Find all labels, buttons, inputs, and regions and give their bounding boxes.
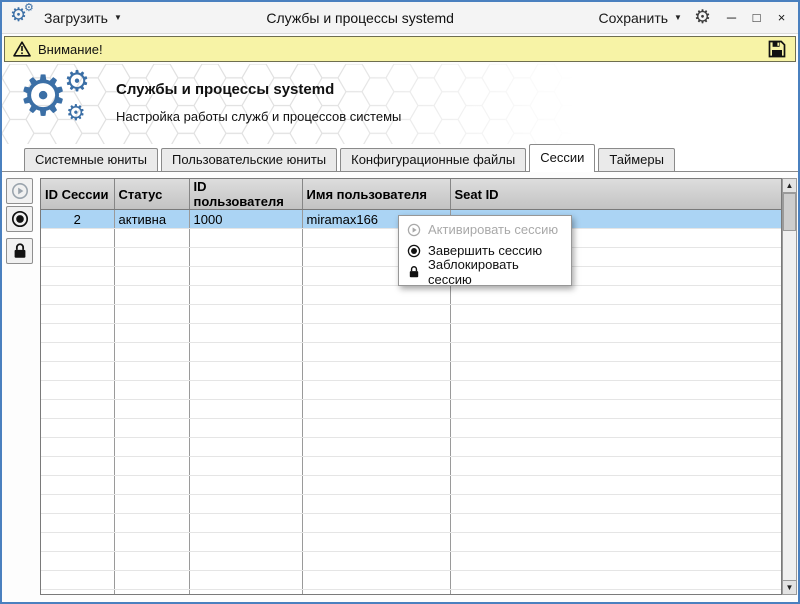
table-row-empty[interactable]	[41, 361, 781, 381]
play-circle-icon	[11, 183, 28, 199]
col-user-name[interactable]: Имя пользователя	[302, 179, 451, 210]
scrollbar-thumb[interactable]	[783, 193, 796, 231]
table-row-empty[interactable]	[41, 513, 781, 533]
table-row-empty[interactable]	[41, 532, 781, 552]
lock-icon	[409, 265, 419, 277]
save-button-label: Сохранить	[598, 9, 669, 26]
load-button-label: Загрузить	[44, 9, 108, 26]
table-row-empty[interactable]	[41, 494, 781, 514]
load-button[interactable]: Загрузить ▼	[44, 10, 122, 26]
activate-session-button[interactable]	[6, 178, 33, 204]
terminate-session-button[interactable]	[6, 206, 33, 232]
save-button[interactable]: Сохранить ▼	[598, 10, 682, 26]
app-window: ⚙ ⚙ Загрузить ▼ Службы и процессы system…	[0, 0, 800, 604]
menu-item-lock-session[interactable]: Заблокировать сессию	[401, 257, 569, 287]
table-row-empty[interactable]	[41, 285, 781, 305]
save-floppy-icon[interactable]	[767, 39, 787, 59]
table-row-empty[interactable]	[41, 570, 781, 590]
table-row-empty[interactable]	[41, 342, 781, 362]
cell-user-id: 1000	[189, 209, 303, 229]
menu-item-activate-session[interactable]: Активировать сессию	[401, 219, 569, 240]
window-title: Службы и процессы systemd	[266, 9, 454, 26]
play-circle-icon	[407, 223, 421, 236]
tab-config-files[interactable]: Конфигурационные файлы	[340, 148, 527, 171]
caret-down-icon: ▼	[113, 13, 122, 22]
table-row-empty[interactable]	[41, 380, 781, 400]
cell-status: активна	[114, 209, 190, 229]
menu-item-label: Заблокировать сессию	[428, 256, 519, 287]
maximize-button[interactable]: □	[748, 10, 765, 25]
col-status[interactable]: Статус	[114, 179, 190, 210]
table-row-empty[interactable]	[41, 589, 781, 594]
warning-triangle-icon	[13, 41, 31, 57]
close-button[interactable]: ×	[773, 10, 790, 25]
minimize-button[interactable]: ─	[723, 10, 740, 25]
lock-icon	[14, 243, 25, 258]
table-row-empty[interactable]	[41, 475, 781, 495]
table-header-row: ID Сессии Статус ID пользователя Имя пол…	[41, 179, 781, 210]
col-user-id[interactable]: ID пользователя	[189, 179, 303, 210]
warning-label: Внимание!	[38, 41, 103, 57]
table-row-empty[interactable]	[41, 456, 781, 476]
table-row-empty[interactable]	[41, 399, 781, 419]
table-row-empty[interactable]	[41, 304, 781, 324]
table-scrollbar[interactable]: ▲ ▼	[782, 178, 797, 595]
tab-bar: Системные юниты Пользовательские юниты К…	[2, 144, 798, 172]
banner: ⚙ ⚙ ⚙ Службы и процессы systemd Настройк…	[2, 64, 798, 144]
tab-timers[interactable]: Таймеры	[598, 148, 675, 171]
caret-down-icon: ▼	[674, 13, 682, 22]
tab-sessions[interactable]: Сессии	[529, 144, 596, 172]
page-subtitle: Настройка работы служб и процессов систе…	[116, 109, 402, 124]
session-context-menu: Активировать сессию Завершить сессию Заб…	[398, 215, 572, 287]
scroll-up-button[interactable]: ▲	[783, 179, 796, 193]
warning-bar: Внимание!	[4, 36, 796, 62]
table-row-empty[interactable]	[41, 418, 781, 438]
settings-gear-icon[interactable]: ⚙	[694, 6, 711, 29]
page-title: Службы и процессы systemd	[116, 81, 335, 98]
systemd-gears-icon: ⚙ ⚙ ⚙	[18, 64, 90, 127]
app-gears-icon: ⚙ ⚙	[10, 1, 34, 26]
col-session-id[interactable]: ID Сессии	[41, 179, 115, 210]
tab-user-units[interactable]: Пользовательские юниты	[160, 148, 338, 171]
tab-system-units[interactable]: Системные юниты	[24, 148, 158, 171]
cell-session-id: 2	[41, 209, 115, 229]
col-seat-id[interactable]: Seat ID	[450, 179, 781, 210]
scroll-down-button[interactable]: ▼	[783, 580, 796, 594]
table-row-empty[interactable]	[41, 323, 781, 343]
menu-item-label: Активировать сессию	[428, 222, 559, 237]
table-row-empty[interactable]	[41, 551, 781, 571]
record-circle-icon	[407, 244, 421, 257]
lock-session-button[interactable]	[6, 238, 33, 264]
titlebar: ⚙ ⚙ Загрузить ▼ Службы и процессы system…	[2, 2, 798, 34]
record-circle-icon	[11, 210, 28, 228]
table-row-empty[interactable]	[41, 437, 781, 457]
